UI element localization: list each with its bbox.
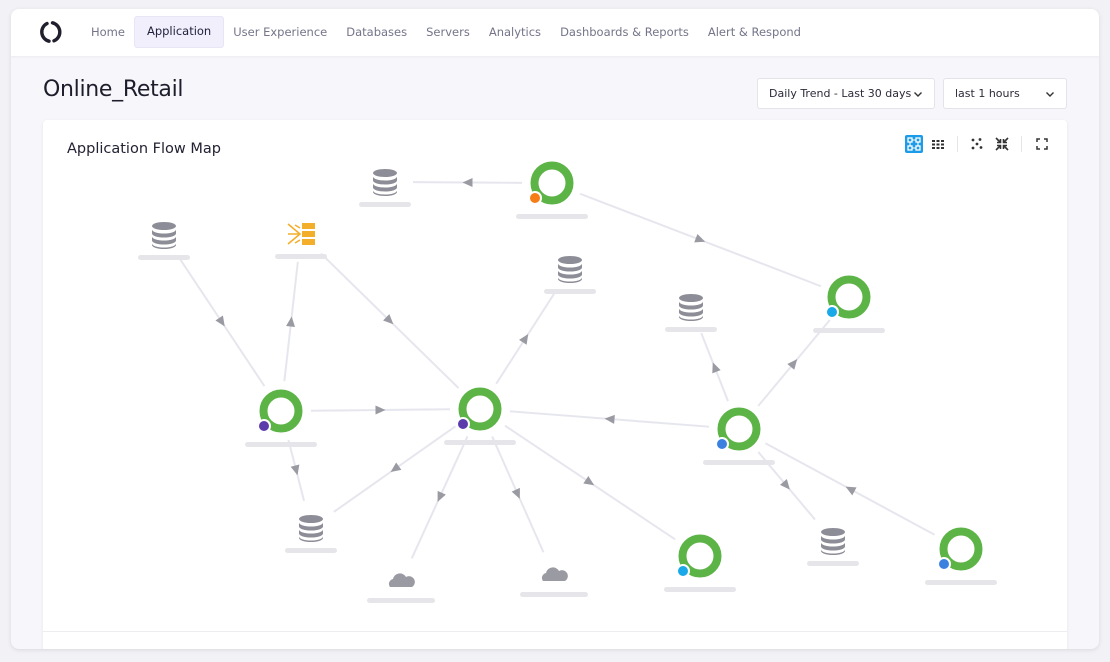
node-label-placeholder: [807, 561, 859, 566]
chevron-down-icon: [1046, 92, 1054, 97]
trend-select-value: Daily Trend - Last 30 days: [769, 87, 912, 100]
cloud-icon: [541, 567, 568, 581]
node-label-placeholder: [359, 202, 411, 207]
node-label-placeholder: [285, 548, 337, 553]
node-label-placeholder: [544, 289, 596, 294]
cloud-icon: [388, 573, 415, 587]
database-node[interactable]: [138, 222, 190, 260]
database-node[interactable]: [665, 294, 717, 332]
flow-arrow-icon: [290, 464, 300, 476]
flow-map-canvas[interactable]: [43, 120, 1067, 632]
status-dot-icon: [257, 419, 271, 433]
database-node[interactable]: [359, 169, 411, 207]
status-dot-icon: [825, 305, 839, 319]
database-icon: [558, 256, 582, 283]
database-node[interactable]: [544, 256, 596, 294]
nav-item-databases[interactable]: Databases: [336, 17, 417, 47]
node-label-placeholder: [520, 592, 588, 597]
app-node[interactable]: [703, 407, 775, 466]
node-label-placeholder: [813, 328, 885, 333]
node-label-placeholder: [665, 327, 717, 332]
app-window: Home Application User Experience Databas…: [11, 9, 1099, 649]
node-label-placeholder: [245, 442, 317, 447]
time-range-select[interactable]: last 1 hours: [943, 78, 1067, 109]
trend-select[interactable]: Daily Trend - Last 30 days: [757, 78, 935, 109]
database-icon: [679, 294, 703, 321]
node-label-placeholder: [925, 580, 997, 585]
node-label-placeholder: [275, 254, 327, 259]
top-navigation-bar: Home Application User Experience Databas…: [11, 9, 1099, 56]
flow-arrow-icon: [286, 316, 296, 327]
app-node[interactable]: [664, 534, 736, 593]
status-dot-icon: [715, 437, 729, 451]
node-label-placeholder: [138, 255, 190, 260]
flow-arrow-icon: [390, 462, 402, 472]
node-label-placeholder: [703, 460, 775, 465]
flow-arrow-icon: [712, 362, 721, 374]
cloud-node[interactable]: [367, 573, 435, 603]
flow-arrow-icon: [519, 333, 529, 345]
flow-arrow-icon: [583, 475, 595, 486]
flow-arrow-icon: [604, 414, 615, 424]
status-dot-icon: [456, 417, 470, 431]
nodes-layer: [138, 161, 997, 603]
flow-arrow-icon: [375, 405, 386, 415]
database-node[interactable]: [807, 528, 859, 566]
nav-item-application[interactable]: Application: [133, 16, 225, 48]
database-icon: [299, 515, 323, 542]
status-dot-icon: [676, 564, 690, 578]
app-node[interactable]: [245, 389, 317, 448]
edges-layer: [178, 178, 936, 559]
flow-map-panel: Application Flow Map: [43, 120, 1067, 649]
app-node[interactable]: [925, 527, 997, 586]
app-node[interactable]: [444, 387, 516, 446]
main-nav: Home Application User Experience Databas…: [81, 16, 811, 48]
database-icon: [152, 222, 176, 249]
time-range-select-value: last 1 hours: [955, 87, 1020, 100]
flow-arrow-icon: [437, 490, 446, 502]
nav-item-analytics[interactable]: Analytics: [479, 17, 551, 47]
panel-divider: [43, 631, 1067, 632]
status-dot-icon: [528, 191, 542, 205]
database-node[interactable]: [285, 515, 337, 553]
status-dot-icon: [937, 557, 951, 571]
flow-arrow-icon: [845, 486, 857, 496]
flow-arrow-icon: [462, 178, 473, 188]
nav-item-home[interactable]: Home: [81, 17, 135, 47]
page-title: Online_Retail: [43, 77, 184, 102]
brand-logo-icon[interactable]: [39, 20, 63, 44]
queue-icon: [287, 223, 315, 245]
nav-item-dashboards-reports[interactable]: Dashboards & Reports: [550, 17, 699, 47]
nav-item-alert-respond[interactable]: Alert & Respond: [698, 17, 811, 47]
node-label-placeholder: [444, 440, 516, 445]
database-icon: [821, 528, 845, 555]
database-icon: [373, 169, 397, 196]
flow-arrow-icon: [215, 315, 225, 327]
cloud-node[interactable]: [520, 567, 588, 597]
app-node[interactable]: [516, 161, 588, 220]
node-label-placeholder: [664, 587, 736, 592]
node-label-placeholder: [367, 598, 435, 603]
queue-node[interactable]: [275, 223, 327, 259]
flow-arrow-icon: [511, 487, 520, 499]
nav-item-servers[interactable]: Servers: [416, 17, 480, 47]
nav-item-user-experience[interactable]: User Experience: [223, 17, 337, 47]
flow-arrow-icon: [694, 234, 706, 243]
chevron-down-icon: [914, 92, 922, 97]
app-node[interactable]: [813, 275, 885, 334]
node-label-placeholder: [516, 214, 588, 219]
